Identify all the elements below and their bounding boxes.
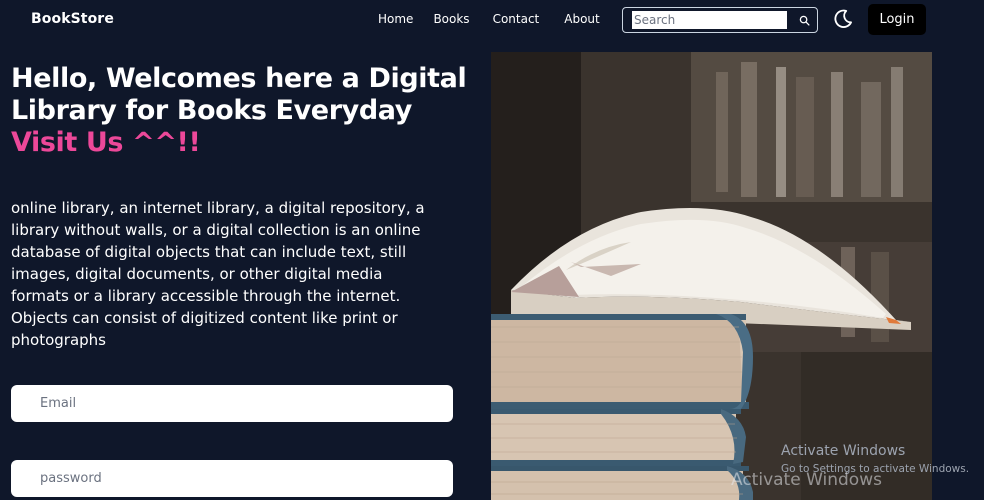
- password-input[interactable]: [11, 460, 453, 497]
- search-input[interactable]: [632, 11, 788, 29]
- nav-link-about[interactable]: About: [564, 12, 599, 26]
- brand-logo[interactable]: BookStore: [31, 11, 114, 27]
- password-field: [11, 460, 453, 497]
- email-input[interactable]: [11, 385, 453, 422]
- hero-title-accent: Visit Us ^^!!: [11, 127, 201, 158]
- search-box: [622, 7, 818, 33]
- hero-description: online library, an internet library, a d…: [11, 199, 425, 349]
- hero-title-line-2: Library for Books Everyday: [11, 95, 412, 126]
- nav-link-contact[interactable]: Contact: [493, 12, 540, 26]
- hero-heading: Hello, Welcomes here a Digital Library f…: [11, 63, 481, 159]
- hero-title-line-1: Hello, Welcomes here a Digital: [11, 63, 467, 94]
- nav-link-home[interactable]: Home: [378, 12, 413, 26]
- login-button[interactable]: Login: [868, 4, 926, 35]
- nav-link-books[interactable]: Books: [433, 12, 469, 26]
- nav-links: Home Books Contact About: [378, 12, 620, 26]
- activate-windows-title: Activate Windows: [781, 443, 906, 459]
- activate-windows-ghost: Activate Windows: [731, 470, 882, 490]
- moon-icon[interactable]: [832, 8, 854, 30]
- email-field: [11, 385, 453, 422]
- search-icon[interactable]: [797, 13, 811, 27]
- hero-books-image: [491, 52, 932, 500]
- navbar: BookStore Home Books Contact About Login: [0, 0, 984, 40]
